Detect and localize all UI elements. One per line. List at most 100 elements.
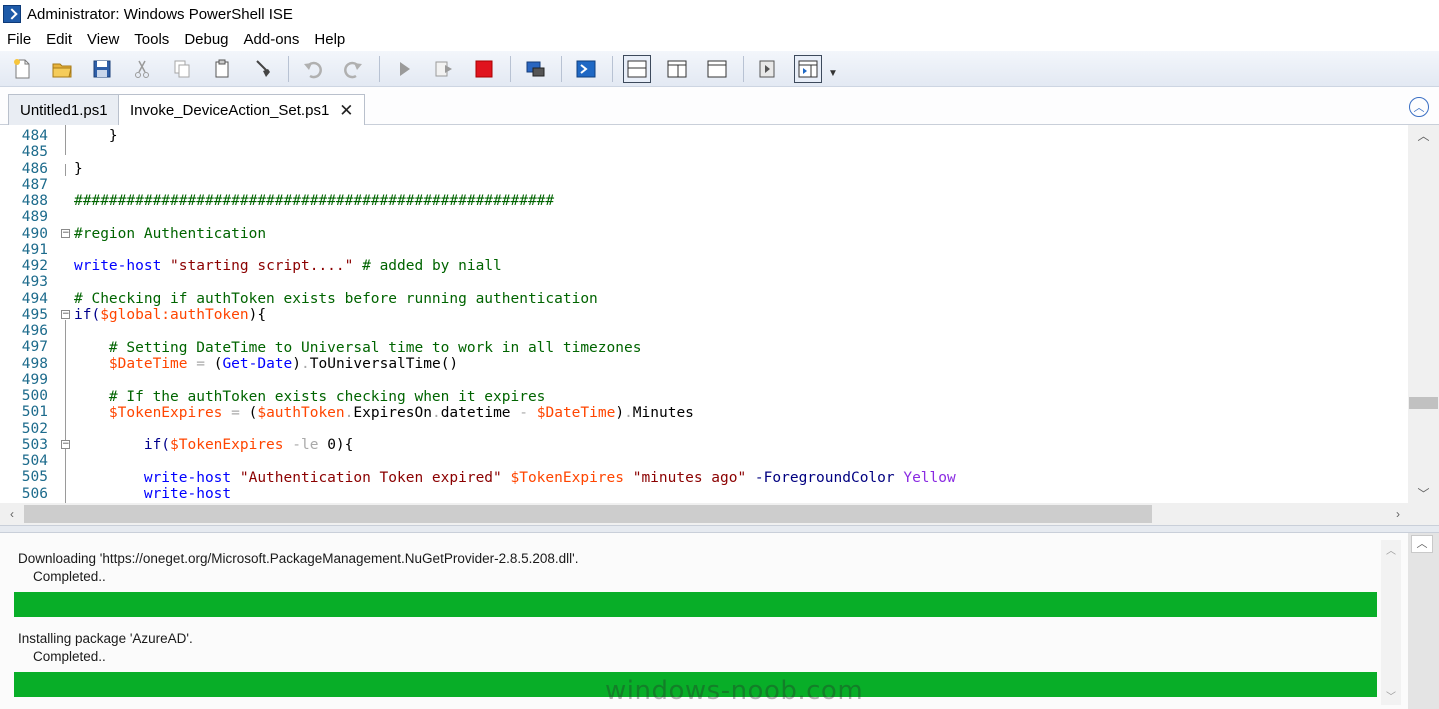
collapse-script-pane-icon[interactable]: ︿ (1409, 97, 1429, 117)
code-line-500: # If the authToken exists checking when … (74, 389, 546, 405)
open-button[interactable] (48, 55, 76, 83)
paste-button[interactable] (208, 55, 236, 83)
console-vertical-scrollbar[interactable]: ︿ (1408, 533, 1439, 709)
code-line-497: # Setting DateTime to Universal time to … (74, 340, 642, 356)
tab-bar: Untitled1.ps1 Invoke_DeviceAction_Set.ps… (0, 87, 1439, 126)
title-bar: Administrator: Windows PowerShell ISE (0, 0, 1439, 28)
menu-debug[interactable]: Debug (177, 31, 236, 48)
code-line-501: $TokenExpires = ($authToken.ExpiresOn.da… (74, 405, 694, 421)
new-remote-tab-button[interactable] (521, 55, 549, 83)
layout-maximized-icon (707, 60, 727, 77)
fold-collapse-icon[interactable]: − (61, 440, 70, 449)
scroll-up-icon[interactable]: ︿ (1381, 542, 1401, 557)
scroll-up-icon[interactable]: ︿ (1408, 127, 1439, 145)
save-button[interactable] (88, 55, 116, 83)
progress-bar (14, 592, 1377, 617)
scrollbar-thumb[interactable] (24, 505, 1152, 523)
window-title: Administrator: Windows PowerShell ISE (27, 5, 293, 23)
line-number: 501 (21, 404, 48, 421)
broom-icon (256, 59, 270, 77)
new-script-button[interactable] (8, 55, 36, 83)
menu-view[interactable]: View (80, 31, 127, 48)
script-pane-top-button[interactable] (623, 54, 651, 83)
progress-status: Completed.. (33, 649, 106, 664)
fold-guide (65, 125, 66, 155)
line-number: 485 (21, 144, 48, 161)
progress-scrollbar[interactable]: ︿ ﹀ (1381, 540, 1401, 705)
start-powershell-button[interactable] (572, 55, 600, 83)
scroll-down-icon[interactable]: ﹀ (1408, 485, 1439, 503)
remote-computer-icon (526, 61, 545, 76)
scroll-up-icon[interactable]: ︿ (1411, 535, 1433, 553)
scroll-down-icon[interactable]: ﹀ (1381, 688, 1401, 703)
menu-edit[interactable]: Edit (39, 31, 80, 48)
toolbar-separator (612, 55, 613, 82)
code-line-506: write-host (74, 486, 232, 502)
redo-icon (344, 61, 362, 78)
code-line-495: if($global:authToken){ (74, 307, 267, 323)
code-line-498: $DateTime = (Get-Date).ToUniversalTime() (74, 356, 459, 372)
tab-untitled1[interactable]: Untitled1.ps1 (8, 94, 119, 125)
close-tab-icon[interactable]: ✕ (339, 101, 353, 121)
line-number: 495 (21, 306, 48, 323)
layout-right-icon (667, 60, 687, 77)
toolbar-overflow-icon[interactable]: ▼ (828, 68, 838, 79)
command-addon-icon (798, 60, 818, 77)
show-command-addon-button[interactable] (794, 54, 822, 83)
line-number: 492 (21, 258, 48, 274)
tab-label: Invoke_DeviceAction_Set.ps1 (130, 102, 330, 119)
menu-bar: File Edit View Tools Debug Add-ons Help (0, 28, 1439, 51)
toolbar-separator (561, 55, 562, 82)
fold-collapse-icon[interactable]: − (61, 229, 70, 238)
line-number: 502 (21, 420, 48, 437)
pane-splitter[interactable] (0, 525, 1439, 533)
show-script-pane-button[interactable] (754, 55, 782, 83)
tab-invoke-deviceaction-set[interactable]: Invoke_DeviceAction_Set.ps1 ✕ (118, 94, 365, 126)
line-number: 496 (21, 323, 48, 339)
undo-button[interactable] (299, 55, 327, 83)
progress-status: Completed.. (33, 569, 106, 584)
toolbar-separator (379, 55, 380, 82)
menu-file[interactable]: File (0, 31, 39, 48)
code-line-488: ########################################… (74, 193, 555, 209)
code-line-486: } (74, 161, 83, 177)
line-number: 499 (21, 371, 48, 388)
toolbar-separator (510, 55, 511, 82)
run-selection-icon (435, 61, 452, 76)
save-icon (93, 60, 111, 77)
copy-button[interactable] (168, 55, 196, 83)
cut-button[interactable] (128, 55, 156, 83)
script-pane-maximized-button[interactable] (703, 55, 731, 83)
line-number: 504 (21, 453, 48, 469)
line-number: 486 (21, 160, 48, 177)
script-editor[interactable]: − − − } } ##############################… (0, 125, 1408, 503)
line-number: 497 (21, 339, 48, 356)
editor-horizontal-scrollbar[interactable]: ‹ › (0, 503, 1408, 525)
script-pane-right-button[interactable] (663, 55, 691, 83)
stop-icon (475, 60, 493, 77)
menu-tools[interactable]: Tools (127, 31, 177, 48)
line-number: 500 (21, 388, 48, 404)
powershell-icon (576, 60, 596, 77)
scroll-right-icon[interactable]: › (1388, 503, 1408, 525)
menu-help[interactable]: Help (307, 31, 353, 48)
code-line-492: write-host "starting script...." # added… (74, 258, 502, 274)
line-number: 506 (21, 485, 48, 502)
run-selection-button[interactable] (430, 55, 458, 83)
open-folder-icon (52, 63, 72, 77)
fold-collapse-icon[interactable]: − (61, 310, 70, 319)
scrollbar-thumb[interactable] (1409, 397, 1438, 409)
tab-label: Untitled1.ps1 (20, 101, 108, 119)
stop-button[interactable] (470, 55, 498, 83)
clear-console-button[interactable] (248, 55, 276, 83)
run-script-button[interactable] (390, 55, 418, 83)
layout-top-icon (627, 60, 647, 77)
line-number: 503 (21, 436, 48, 453)
menu-add-ons[interactable]: Add-ons (237, 31, 308, 48)
redo-button[interactable] (339, 55, 367, 83)
watermark: windows-noob.com (605, 676, 864, 706)
scroll-left-icon[interactable]: ‹ (2, 503, 22, 525)
clipboard-icon (215, 59, 229, 77)
line-number: 494 (21, 290, 48, 307)
editor-vertical-scrollbar[interactable]: ︿ ﹀ (1408, 125, 1439, 503)
